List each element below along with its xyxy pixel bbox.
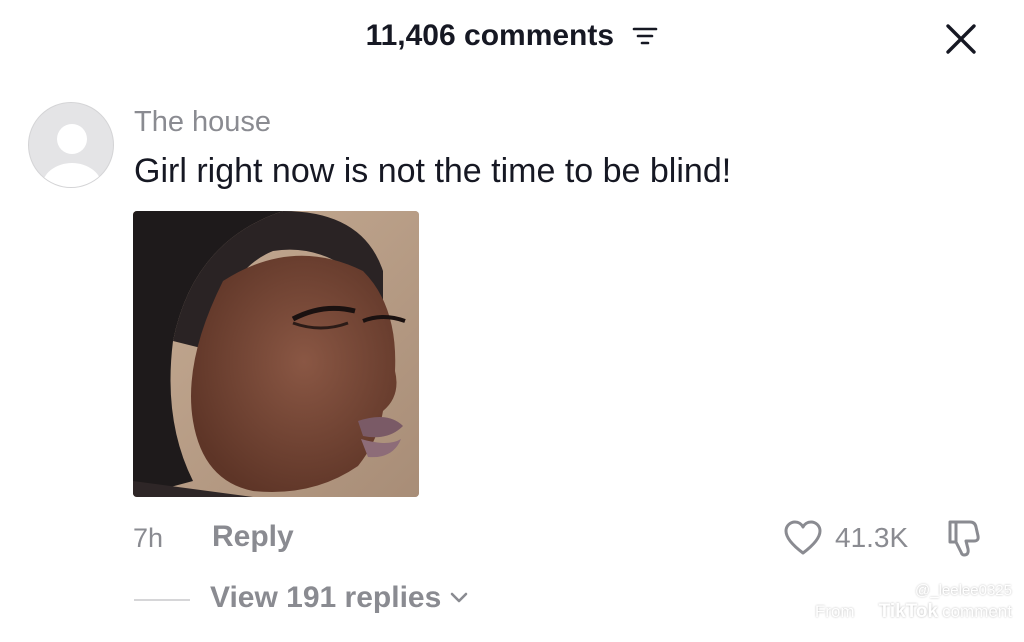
comments-header: 11,406 comments bbox=[0, 0, 1024, 76]
comment-timestamp: 7h bbox=[133, 523, 164, 553]
reply-button[interactable]: Reply bbox=[212, 520, 294, 554]
comments-count-title: 11,406 comments bbox=[365, 19, 615, 53]
photo-illustration bbox=[133, 211, 419, 497]
comment-photo[interactable] bbox=[133, 211, 419, 497]
tiktok-logo-icon bbox=[859, 603, 873, 620]
watermark-handle: @_leelee0325 bbox=[915, 582, 1012, 599]
tiktok-watermark: @_leelee0325 From TikTok comment bbox=[815, 582, 1012, 623]
comment-username[interactable]: The house bbox=[134, 106, 271, 139]
thumbs-down-icon[interactable] bbox=[944, 516, 988, 560]
replies-divider bbox=[134, 599, 190, 601]
watermark-brand: TikTok bbox=[878, 601, 939, 622]
chevron-down-icon bbox=[450, 592, 468, 603]
watermark-line: From TikTok comment bbox=[815, 601, 1012, 623]
close-icon bbox=[946, 24, 976, 54]
watermark-suffix: comment bbox=[942, 602, 1012, 621]
view-replies-label: View 191 replies bbox=[210, 581, 442, 614]
filter-lines-icon[interactable] bbox=[632, 25, 658, 47]
like-button[interactable]: 41.3K bbox=[783, 518, 908, 558]
comments-title-button[interactable]: 11,406 comments bbox=[0, 18, 1024, 53]
view-replies-button[interactable]: View 191 replies bbox=[210, 581, 469, 615]
close-button[interactable] bbox=[940, 18, 982, 60]
watermark-from: From bbox=[814, 602, 855, 621]
heart-outline-icon bbox=[784, 520, 822, 555]
default-avatar-icon bbox=[42, 124, 102, 187]
comment-text: Girl right now is not the time to be bli… bbox=[134, 152, 732, 190]
user-avatar[interactable] bbox=[28, 102, 114, 188]
like-count: 41.3K bbox=[835, 522, 909, 553]
